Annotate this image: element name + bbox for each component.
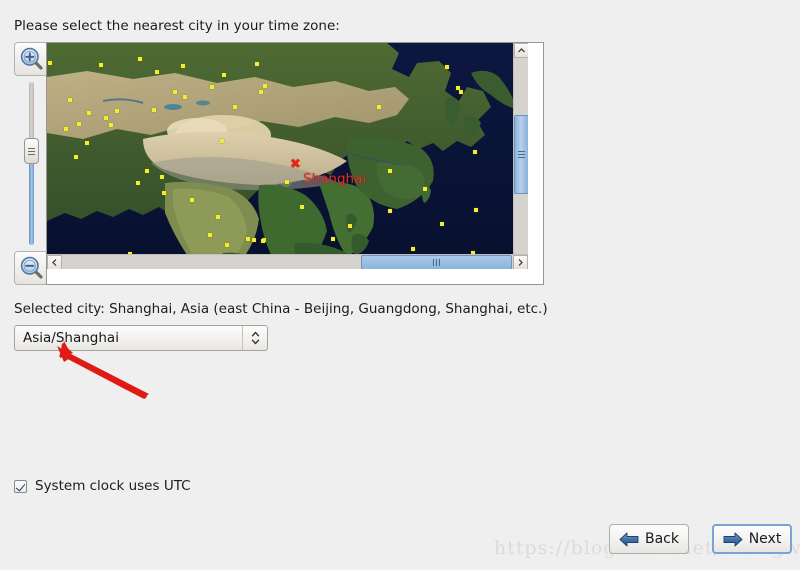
map-horizontal-scrollbar[interactable]	[47, 254, 528, 269]
city-dot[interactable]	[208, 233, 212, 237]
city-dot[interactable]	[474, 208, 478, 212]
city-dot[interactable]	[263, 84, 267, 88]
city-dot[interactable]	[261, 239, 265, 243]
zoom-slider[interactable]	[24, 82, 39, 245]
utc-checkbox-label: System clock uses UTC	[35, 478, 191, 494]
next-button-label: Next	[748, 531, 782, 547]
city-dot[interactable]	[220, 139, 224, 143]
map-zoom-controls	[14, 42, 48, 285]
city-dot[interactable]	[246, 237, 250, 241]
selected-city-text: Selected city: Shanghai, Asia (east Chin…	[14, 301, 548, 317]
city-dot[interactable]	[160, 175, 164, 179]
city-dot[interactable]	[225, 243, 229, 247]
utc-checkbox-row[interactable]: System clock uses UTC	[14, 478, 191, 494]
city-dot[interactable]	[152, 108, 156, 112]
selected-city-map-label: Shanghai	[303, 171, 367, 187]
magnifier-plus-icon	[20, 47, 43, 70]
map-vertical-scrollbar[interactable]	[513, 43, 528, 269]
city-dot[interactable]	[99, 63, 103, 67]
city-dot[interactable]	[77, 122, 81, 126]
slider-track-upper	[29, 82, 34, 144]
city-dot[interactable]	[388, 209, 392, 213]
world-map-panel: ✖ Shanghai	[46, 42, 544, 285]
zoom-out-button[interactable]	[14, 251, 48, 285]
city-dot[interactable]	[104, 116, 108, 120]
arrow-right-icon	[723, 532, 743, 546]
city-dot[interactable]	[259, 90, 263, 94]
selected-city-marker[interactable]: ✖	[290, 158, 301, 171]
magnifier-minus-icon	[20, 256, 43, 279]
city-dot[interactable]	[85, 141, 89, 145]
city-dot[interactable]	[388, 169, 392, 173]
city-dot[interactable]	[331, 237, 335, 241]
city-dot[interactable]	[252, 238, 256, 242]
vertical-scroll-track[interactable]	[514, 58, 528, 254]
next-button[interactable]: Next	[712, 524, 792, 554]
zoom-in-button[interactable]	[14, 42, 48, 76]
city-dot[interactable]	[64, 127, 68, 131]
city-dot[interactable]	[423, 187, 427, 191]
city-dot[interactable]	[190, 198, 194, 202]
city-dot[interactable]	[74, 155, 78, 159]
city-dot[interactable]	[162, 191, 166, 195]
city-dot[interactable]	[68, 98, 72, 102]
chevron-updown-icon	[251, 331, 259, 345]
city-dot[interactable]	[145, 169, 149, 173]
slider-thumb[interactable]	[24, 138, 39, 164]
city-dot[interactable]	[87, 111, 91, 115]
page-title: Please select the nearest city in your t…	[14, 18, 340, 34]
scroll-right-button[interactable]	[513, 255, 528, 269]
timezone-selection-screen: Please select the nearest city in your t…	[0, 0, 800, 570]
arrow-left-icon	[619, 532, 639, 546]
scroll-up-button[interactable]	[514, 43, 528, 58]
city-dot[interactable]	[138, 57, 142, 61]
city-dot[interactable]	[183, 95, 187, 99]
back-button[interactable]: Back	[609, 524, 689, 554]
city-dot[interactable]	[473, 150, 477, 154]
city-dot[interactable]	[48, 61, 52, 65]
city-dot[interactable]	[181, 64, 185, 68]
timezone-combobox[interactable]: Asia/Shanghai	[14, 325, 268, 351]
city-dot[interactable]	[109, 123, 113, 127]
city-dot[interactable]	[255, 62, 259, 66]
city-dot[interactable]	[155, 70, 159, 74]
city-dot[interactable]	[348, 224, 352, 228]
city-dot[interactable]	[300, 205, 304, 209]
timezone-value: Asia/Shanghai	[23, 330, 119, 346]
city-dot[interactable]	[377, 105, 381, 109]
city-dot[interactable]	[445, 65, 449, 69]
map-viewport[interactable]: ✖ Shanghai	[47, 43, 528, 269]
city-dot[interactable]	[210, 85, 214, 89]
city-dot[interactable]	[233, 105, 237, 109]
city-dot[interactable]	[285, 180, 289, 184]
city-dot[interactable]	[216, 215, 220, 219]
city-dot[interactable]	[222, 73, 226, 77]
city-dot[interactable]	[136, 181, 140, 185]
city-dot[interactable]	[440, 222, 444, 226]
city-dot[interactable]	[115, 109, 119, 113]
combobox-spinner-icon[interactable]	[242, 326, 267, 350]
city-dot[interactable]	[173, 90, 177, 94]
back-button-label: Back	[645, 531, 679, 547]
utc-checkbox[interactable]	[14, 479, 27, 493]
chevron-right-icon	[518, 259, 523, 266]
city-dot[interactable]	[459, 90, 463, 94]
horizontal-scroll-thumb[interactable]	[361, 255, 512, 269]
scroll-left-button[interactable]	[47, 255, 62, 269]
city-dot[interactable]	[411, 247, 415, 251]
chevron-up-icon	[518, 48, 525, 53]
slider-track-lower	[29, 160, 34, 245]
vertical-scroll-thumb[interactable]	[514, 115, 528, 194]
chevron-left-icon	[52, 259, 57, 266]
satellite-map-image[interactable]	[47, 43, 528, 269]
horizontal-scroll-track[interactable]	[62, 255, 513, 269]
